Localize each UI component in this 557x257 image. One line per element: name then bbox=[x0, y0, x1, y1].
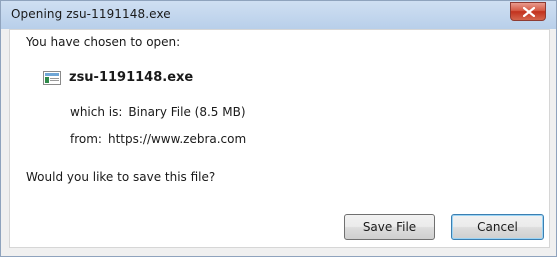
close-button[interactable] bbox=[510, 2, 546, 21]
save-file-button[interactable]: Save File bbox=[344, 214, 435, 240]
source-url-value: https://www.zebra.com bbox=[107, 132, 247, 146]
file-name: zsu-1191148.exe bbox=[69, 70, 194, 85]
from-label: from: bbox=[70, 132, 102, 146]
close-icon bbox=[523, 7, 535, 17]
file-source-row: from: https://www.zebra.com bbox=[70, 132, 246, 146]
generic-file-icon bbox=[43, 71, 61, 85]
chosen-to-open-label: You have chosen to open: bbox=[26, 35, 181, 49]
which-is-label: which is: bbox=[70, 105, 123, 119]
cancel-button[interactable]: Cancel bbox=[451, 214, 544, 240]
window-title: Opening zsu-1191148.exe bbox=[11, 7, 171, 21]
file-type-row: which is: Binary File (8.5 MB) bbox=[70, 105, 246, 119]
title-bar[interactable]: Opening zsu-1191148.exe bbox=[1, 1, 556, 29]
download-dialog-window: Opening zsu-1191148.exe You have chosen … bbox=[0, 0, 557, 257]
save-question: Would you like to save this file? bbox=[26, 170, 216, 184]
file-type-value: Binary File (8.5 MB) bbox=[128, 105, 246, 119]
